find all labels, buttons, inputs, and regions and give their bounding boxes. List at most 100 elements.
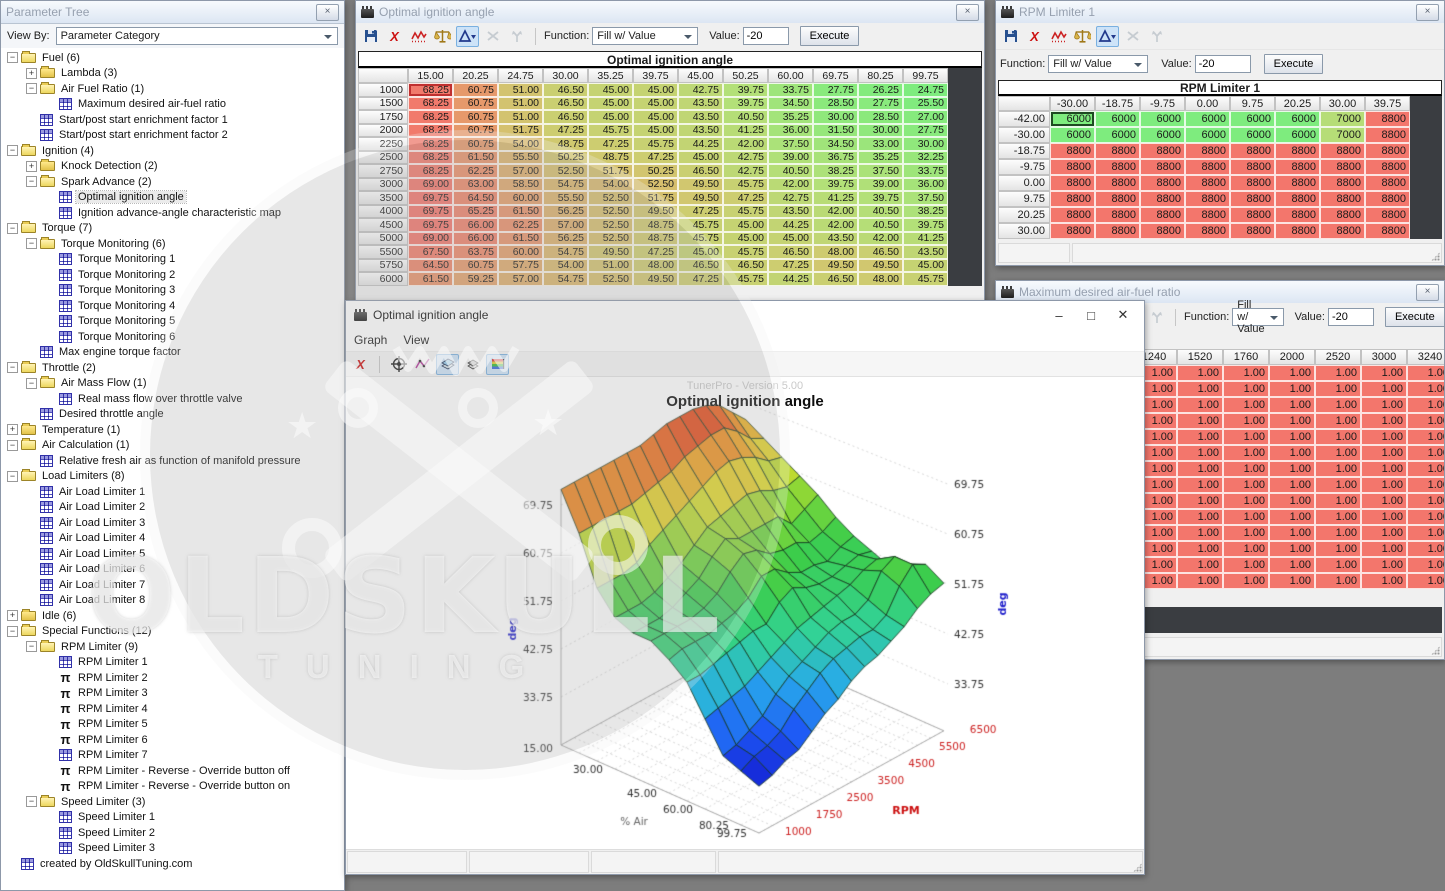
table-cell[interactable]: 1.00 <box>1223 397 1269 413</box>
table-cell[interactable]: 1.00 <box>1407 525 1444 541</box>
row-header[interactable]: -42.00 <box>998 111 1050 127</box>
tree-item[interactable]: Torque Monitoring 4 <box>1 298 344 314</box>
table-cell[interactable]: 1.00 <box>1315 541 1361 557</box>
close-icon[interactable]: × <box>1416 284 1439 301</box>
table-cell[interactable]: 49.50 <box>633 272 678 286</box>
expand-toggle[interactable]: − <box>7 626 18 637</box>
tree-item[interactable]: −Ignition (4) <box>1 143 344 159</box>
tree-item[interactable]: RPM Limiter 7 <box>1 748 344 764</box>
table-cell[interactable]: 41.25 <box>813 191 858 205</box>
table-cell[interactable]: 1.00 <box>1223 557 1269 573</box>
table-cell[interactable]: 40.50 <box>723 110 768 124</box>
table-cell[interactable]: 8800 <box>1320 175 1365 191</box>
table-cell[interactable]: 45.00 <box>588 83 633 97</box>
table-cell[interactable]: 42.75 <box>723 164 768 178</box>
table-cell[interactable]: 1.00 <box>1407 493 1444 509</box>
row-header[interactable]: 5750 <box>358 259 408 273</box>
table-cell[interactable]: 39.75 <box>723 97 768 111</box>
tree-item[interactable]: Relative fresh air as function of manifo… <box>1 453 344 469</box>
table-cell[interactable]: 68.25 <box>408 124 453 138</box>
table-cell[interactable]: 1.00 <box>1269 413 1315 429</box>
row-header[interactable]: 2250 <box>358 137 408 151</box>
table-cell[interactable]: 1.00 <box>1407 461 1444 477</box>
tree-item[interactable]: Air Load Limiter 2 <box>1 500 344 516</box>
graph-title-bar[interactable]: Optimal ignition angle – □ ✕ <box>346 301 1144 329</box>
table-cell[interactable]: 50.25 <box>543 151 588 165</box>
table-cell[interactable]: 45.00 <box>633 110 678 124</box>
function-select[interactable]: Fill w/ Value <box>1232 308 1283 326</box>
table-cell[interactable]: 69.75 <box>408 205 453 219</box>
table-cell[interactable]: 1.00 <box>1269 477 1315 493</box>
expand-toggle[interactable]: − <box>7 362 18 373</box>
table-cell[interactable]: 1.00 <box>1223 573 1269 589</box>
table-cell[interactable]: 47.25 <box>588 137 633 151</box>
table-cell[interactable]: 46.50 <box>678 164 723 178</box>
table-cell[interactable]: 1.00 <box>1361 397 1407 413</box>
col-header[interactable]: 9.75 <box>1230 96 1275 111</box>
expand-toggle[interactable]: − <box>26 176 37 187</box>
line-chart-icon[interactable] <box>412 355 433 374</box>
table-cell[interactable]: 48.75 <box>543 137 588 151</box>
table-cell[interactable]: 1.00 <box>1407 445 1444 461</box>
table-cell[interactable]: 35.25 <box>768 110 813 124</box>
table-cell[interactable]: 68.25 <box>408 151 453 165</box>
table-cell[interactable]: 60.75 <box>453 110 498 124</box>
table-cell[interactable]: 46.50 <box>723 259 768 273</box>
table-cell[interactable]: 33.75 <box>768 83 813 97</box>
row-header[interactable]: 1500 <box>358 97 408 111</box>
close-icon[interactable]: × <box>956 4 979 21</box>
table-cell[interactable]: 37.50 <box>858 164 903 178</box>
table-cell[interactable]: 52.50 <box>588 232 633 246</box>
table-cell[interactable]: 42.00 <box>813 218 858 232</box>
table-cell[interactable]: 8800 <box>1320 223 1365 239</box>
surface-plot-canvas[interactable] <box>346 377 1144 856</box>
table-cell[interactable]: 8800 <box>1140 159 1185 175</box>
swap-y-axis-icon[interactable] <box>1146 308 1167 327</box>
value-input[interactable] <box>1195 55 1251 73</box>
maximize-icon[interactable]: □ <box>1078 308 1104 323</box>
table-cell[interactable]: 8800 <box>1185 207 1230 223</box>
table-cell[interactable]: 1.00 <box>1315 573 1361 589</box>
table-cell[interactable]: 8800 <box>1230 191 1275 207</box>
tree-item[interactable]: +Lambda (3) <box>1 66 344 82</box>
expand-toggle[interactable]: − <box>26 378 37 389</box>
table-cell[interactable]: 54.75 <box>543 245 588 259</box>
table-cell[interactable]: 33.00 <box>858 137 903 151</box>
table-cell[interactable]: 8800 <box>1320 207 1365 223</box>
table-cell[interactable]: 8800 <box>1230 159 1275 175</box>
col-header[interactable]: 50.25 <box>723 68 768 83</box>
table-cell[interactable]: 8800 <box>1320 143 1365 159</box>
table-cell[interactable]: 8800 <box>1230 223 1275 239</box>
table-cell[interactable]: 42.75 <box>768 191 813 205</box>
table-cell[interactable]: 61.50 <box>498 232 543 246</box>
function-select[interactable]: Fill w/ Value <box>1048 55 1148 73</box>
table-cell[interactable]: 51.75 <box>633 191 678 205</box>
table-cell[interactable]: 56.25 <box>543 232 588 246</box>
table-cell[interactable]: 48.00 <box>633 259 678 273</box>
table-cell[interactable]: 27.00 <box>903 110 948 124</box>
table-cell[interactable]: 49.50 <box>588 245 633 259</box>
save-icon[interactable] <box>1000 27 1021 46</box>
table-cell[interactable]: 27.75 <box>858 97 903 111</box>
surface-chart-icon[interactable] <box>436 354 459 375</box>
table-cell[interactable]: 8800 <box>1185 159 1230 175</box>
tree-item[interactable]: Real mass flow over throttle valve <box>1 391 344 407</box>
table-cell[interactable]: 8800 <box>1365 223 1410 239</box>
table-cell[interactable]: 45.75 <box>588 124 633 138</box>
table-cell[interactable]: 39.75 <box>903 218 948 232</box>
table-cell[interactable]: 45.00 <box>633 83 678 97</box>
table-cell[interactable]: 8800 <box>1230 207 1275 223</box>
table-cell[interactable]: 47.25 <box>723 191 768 205</box>
table-cell[interactable]: 1.00 <box>1315 413 1361 429</box>
table-cell[interactable]: 43.50 <box>768 205 813 219</box>
table-cell[interactable]: 1.00 <box>1223 381 1269 397</box>
table-cell[interactable]: 51.00 <box>588 259 633 273</box>
table-cell[interactable]: 1.00 <box>1407 413 1444 429</box>
function-select[interactable]: Fill w/ Value <box>592 27 698 45</box>
table-cell[interactable]: 68.25 <box>408 110 453 124</box>
table-cell[interactable]: 61.50 <box>408 272 453 286</box>
table-cell[interactable]: 43.50 <box>813 232 858 246</box>
table-cell[interactable]: 49.50 <box>813 259 858 273</box>
col-header[interactable]: 3000 <box>1361 349 1407 365</box>
table-cell[interactable]: 37.50 <box>903 191 948 205</box>
